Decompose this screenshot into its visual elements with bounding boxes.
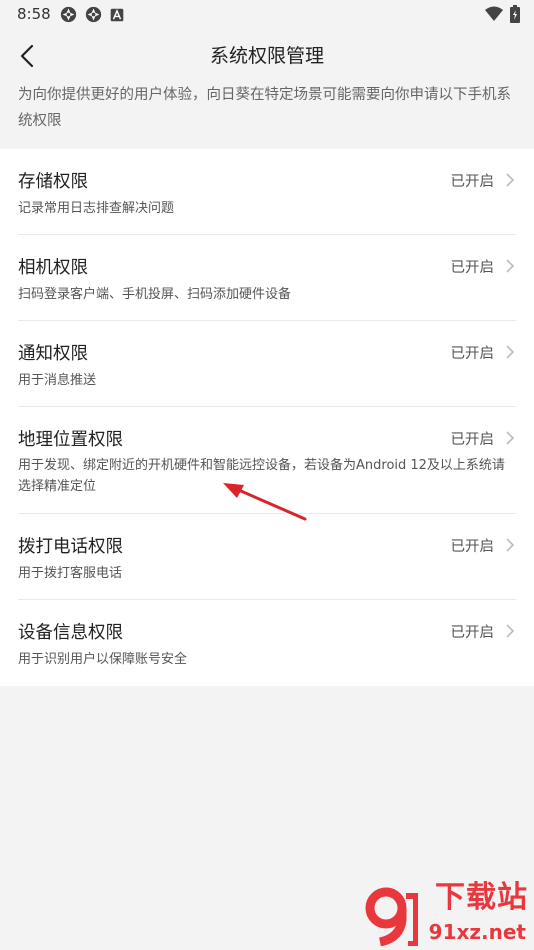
app-notification-icon [60,6,77,23]
permission-description: 用于消息推送 [18,373,97,388]
permission-item-phone-call[interactable]: 拨打电话权限 用于拨打客服电话 已开启 [18,514,516,600]
chevron-right-icon [506,259,515,273]
permission-description: 用于发现、绑定附近的开机硬件和智能远控设备，若设备为Android 12及以上系… [18,458,505,494]
permission-status: 已开启 [450,174,495,190]
watermark-url: 91xz.net [428,920,526,944]
status-bar: 8:58 [0,0,534,28]
permission-description: 记录常用日志排查解决问题 [18,201,175,216]
watermark: 下载站 91xz.net [362,880,532,948]
permission-title: 存储权限 [18,172,88,192]
permission-item-device-info[interactable]: 设备信息权限 用于识别用户以保障账号安全 已开启 [18,600,516,686]
chevron-right-icon [506,431,515,445]
permission-description: 用于识别用户以保障账号安全 [18,652,188,667]
status-time: 8:58 [17,5,51,23]
watermark-title: 下载站 [435,880,528,915]
permission-status: 已开启 [450,539,495,555]
wifi-icon [485,6,503,21]
permission-title: 通知权限 [18,344,88,364]
permission-list: 存储权限 记录常用日志排查解决问题 已开启 相机权限 扫码登录客户端、手机投屏、… [0,149,534,686]
intro-text: 为向你提供更好的用户体验，向日葵在特定场景可能需要向你申请以下手机系统权限 [18,87,511,129]
permission-item-location[interactable]: 地理位置权限 用于发现、绑定附近的开机硬件和智能远控设备，若设备为Android… [18,407,516,514]
permission-item-storage[interactable]: 存储权限 记录常用日志排查解决问题 已开启 [18,149,516,235]
permission-description: 用于拨打客服电话 [18,566,123,581]
permission-status: 已开启 [450,432,495,448]
header: 系统权限管理 [0,28,534,82]
battery-icon [510,5,520,23]
chevron-right-icon [506,173,515,187]
page-title: 系统权限管理 [209,45,324,67]
font-app-icon [110,8,124,21]
permission-status: 已开启 [450,260,495,276]
chevron-right-icon [506,345,515,359]
permission-title: 设备信息权限 [18,623,123,643]
permission-item-camera[interactable]: 相机权限 扫码登录客户端、手机投屏、扫码添加硬件设备 已开启 [18,235,516,321]
chevron-right-icon [506,538,515,552]
watermark-logo-icon [365,887,418,946]
permission-title: 地理位置权限 [18,430,123,450]
chevron-right-icon [506,624,515,638]
permission-description: 扫码登录客户端、手机投屏、扫码添加硬件设备 [18,287,292,302]
permission-title: 相机权限 [18,258,88,278]
permission-status: 已开启 [450,346,495,362]
permission-title: 拨打电话权限 [18,537,123,557]
permission-status: 已开启 [450,625,495,641]
app-notification-icon [85,6,102,23]
permission-item-notification[interactable]: 通知权限 用于消息推送 已开启 [18,321,516,407]
